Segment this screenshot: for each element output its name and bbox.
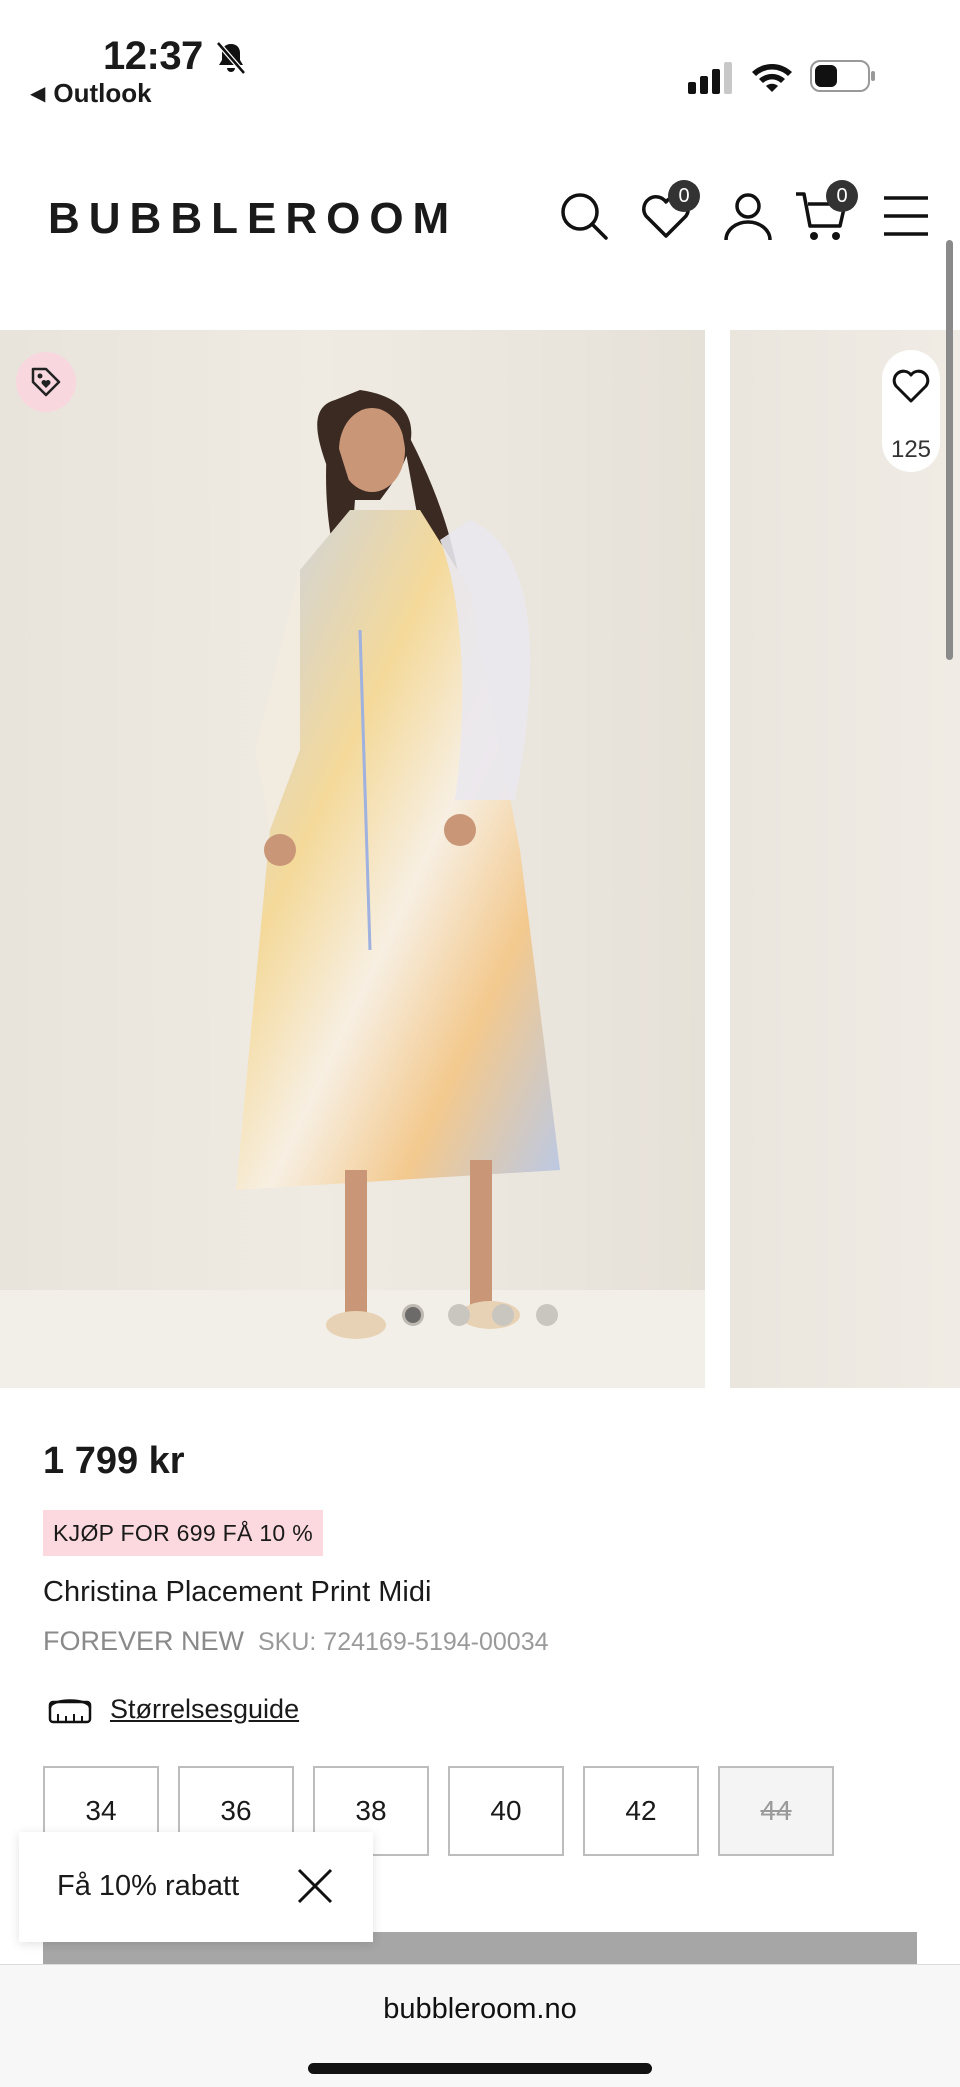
product-title: Christina Placement Print Midi: [43, 1576, 432, 1608]
carousel-dot-1[interactable]: [402, 1304, 424, 1326]
browser-address-bar: bubbleroom.no: [0, 1964, 960, 2087]
url-field[interactable]: bubbleroom.no: [0, 1993, 960, 2026]
carousel-dot-4[interactable]: [536, 1304, 558, 1326]
user-icon[interactable]: [720, 188, 776, 244]
battery-icon: [810, 60, 875, 92]
menu-icon[interactable]: [880, 188, 936, 244]
close-icon[interactable]: [295, 1866, 335, 1906]
next-product-image[interactable]: [730, 330, 960, 1388]
search-icon[interactable]: [556, 188, 612, 244]
promo-badge: KJØP FOR 699 FÅ 10 %: [43, 1510, 323, 1556]
size-option-42[interactable]: 42: [583, 1766, 699, 1856]
status-time: 12:37: [103, 34, 203, 78]
discount-popup-label[interactable]: Få 10% rabatt: [57, 1870, 239, 1903]
home-indicator[interactable]: [308, 2063, 652, 2074]
cart-button[interactable]: 0: [794, 180, 860, 244]
carousel-dot-2[interactable]: [448, 1304, 470, 1326]
product-price: 1 799 kr: [43, 1440, 185, 1482]
wishlist-button[interactable]: 0: [638, 180, 700, 244]
size-guide-label: Størrelsesguide: [110, 1694, 300, 1724]
back-to-app-link[interactable]: ◀ Outlook: [30, 78, 152, 109]
bell-slash-icon: [216, 41, 246, 75]
bubbleroom-logo[interactable]: BUBBLEROOM: [48, 194, 458, 244]
heart-outline-icon: [892, 369, 930, 403]
wishlist-count-badge: 0: [668, 180, 700, 212]
product-sku: SKU: 724169-5194-00034: [258, 1628, 549, 1656]
signal-icon: [688, 62, 732, 94]
cart-count-badge: 0: [826, 180, 858, 212]
promo-tag-button[interactable]: [16, 352, 76, 412]
carousel-dot-3[interactable]: [492, 1304, 514, 1326]
favorites-count: 125: [890, 436, 932, 463]
model-in-dress-illustration: [236, 390, 560, 1339]
site-header: BUBBLEROOM 0 0: [0, 170, 960, 270]
back-triangle-icon: ◀: [30, 83, 46, 105]
favorite-button[interactable]: 125: [882, 350, 940, 472]
size-option-40[interactable]: 40: [448, 1766, 564, 1856]
product-image[interactable]: [0, 330, 705, 1388]
measuring-tape-icon: [48, 1699, 92, 1724]
discount-popup[interactable]: Få 10% rabatt: [19, 1832, 373, 1942]
price-tag-icon: [31, 367, 61, 397]
page-scrollbar[interactable]: [946, 240, 953, 660]
carousel-dots: [402, 1304, 562, 1328]
status-bar: 12:37 ◀ Outlook: [0, 0, 960, 130]
size-option-44-sold-out: 44: [718, 1766, 834, 1856]
back-app-label: Outlook: [53, 78, 152, 108]
product-brand[interactable]: FOREVER NEW: [43, 1626, 244, 1657]
product-gallery[interactable]: [0, 330, 960, 1388]
wifi-icon: [752, 64, 792, 92]
